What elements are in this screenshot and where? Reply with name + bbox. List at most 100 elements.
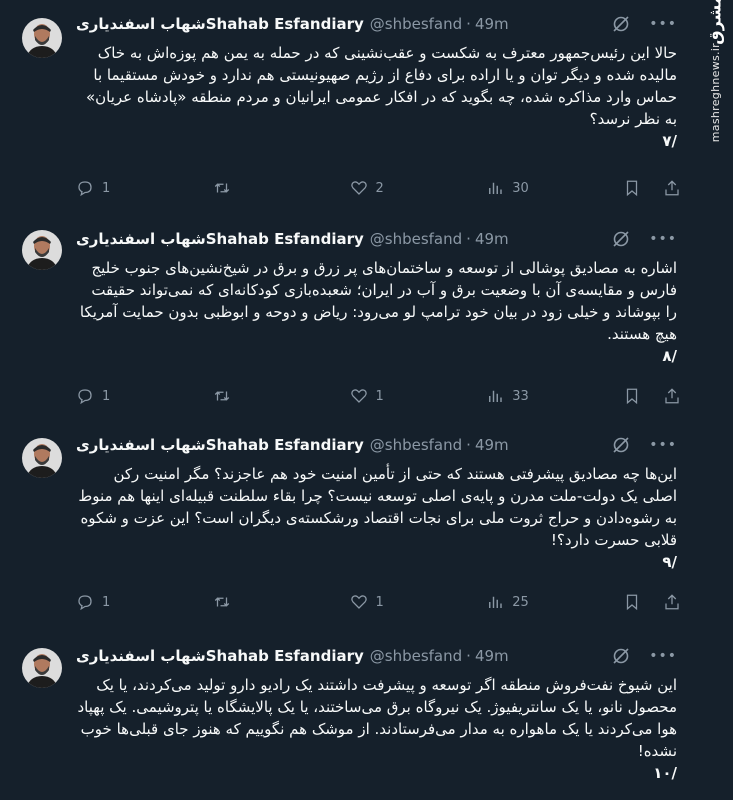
views-chart-icon [489,390,502,402]
reply-count: 1 [102,388,111,404]
views-button[interactable]: 30 [486,179,546,197]
share-icon[interactable] [663,593,681,611]
author-name-en[interactable]: Shahab Esfandiary [206,230,364,248]
tweet[interactable]: شهاب اسفندیاری Shahab Esfandiary @shbesf… [0,212,697,424]
page: شهاب اسفندیاری Shahab Esfandiary @shbesf… [0,0,733,800]
grok-icon[interactable] [611,229,631,249]
author-name-en[interactable]: Shahab Esfandiary [206,647,364,665]
author-name-fa[interactable]: شهاب اسفندیاری [76,436,206,454]
tweet-text: اشاره به مصادیق پوشالی از توسعه و ساختما… [76,257,677,367]
avatar-image [22,230,62,270]
heart-icon [350,181,367,195]
views-button[interactable]: 25 [486,593,546,611]
views-button[interactable]: 33 [486,387,546,405]
views-chart-icon [489,596,502,608]
author-handle[interactable]: @shbesfand [370,647,462,665]
reply-icon [78,389,92,405]
repost-icon [214,183,229,193]
author-name-en[interactable]: Shahab Esfandiary [206,436,364,454]
like-button[interactable]: 1 [350,593,410,611]
author-handle[interactable]: @shbesfand [370,230,462,248]
separator-dot: · [466,647,471,665]
separator-dot: · [466,15,471,33]
tweet-body: حالا این رئیس‌جمهور معترف به شکست و عقب‌… [85,44,677,128]
grok-icon[interactable] [611,14,631,34]
tweet-body: اشاره به مصادیق پوشالی از توسعه و ساختما… [79,259,677,343]
author-handle[interactable]: @shbesfand [370,436,462,454]
reply-button[interactable]: 1 [76,593,136,611]
tweet-header: شهاب اسفندیاری Shahab Esfandiary @shbesf… [76,228,677,250]
avatar-image [22,648,62,688]
like-count: 1 [375,594,384,610]
repost-button[interactable] [213,179,273,197]
tweet-text: این شیوخ نفت‌فروش منطقه اگر توسعه و پیشر… [76,674,678,784]
more-options-icon[interactable]: ••• [649,16,677,32]
avatar[interactable] [22,648,62,688]
bookmark-icon[interactable] [623,593,641,611]
reply-count: 1 [102,594,111,610]
share-icon[interactable] [663,387,681,405]
bookmark-icon[interactable] [623,387,641,405]
repost-icon [214,391,229,401]
timestamp[interactable]: 49m [475,436,509,454]
watermark: مشرق mashreghnews.ir [697,0,733,800]
views-chart-icon [489,182,502,194]
views-count: 33 [512,388,529,404]
more-options-icon[interactable]: ••• [649,648,677,664]
reply-button[interactable]: 1 [76,179,136,197]
thread-number: /۸ [662,347,677,365]
grok-icon[interactable] [611,435,631,455]
bookmark-icon[interactable] [623,179,641,197]
like-button[interactable]: 2 [350,179,410,197]
timestamp[interactable]: 49m [475,15,509,33]
avatar-image [22,438,62,478]
tweet[interactable]: شهاب اسفندیاری Shahab Esfandiary @shbesf… [0,634,697,800]
avatar[interactable] [22,230,62,270]
views-count: 30 [512,180,529,196]
grok-icon[interactable] [611,646,631,666]
author-handle[interactable]: @shbesfand [370,15,462,33]
avatar[interactable] [22,438,62,478]
author-name-fa[interactable]: شهاب اسفندیاری [76,15,206,33]
heart-icon [350,595,367,609]
author-name-en[interactable]: Shahab Esfandiary [206,15,364,33]
thread-number: /۹ [662,553,677,571]
tweet[interactable]: شهاب اسفندیاری Shahab Esfandiary @shbesf… [0,424,697,634]
reply-count: 1 [102,180,111,196]
more-options-icon[interactable]: ••• [649,231,677,247]
timestamp[interactable]: 49m [475,647,509,665]
reply-button[interactable]: 1 [76,387,136,405]
reply-icon [78,595,92,611]
tweet-header: شهاب اسفندیاری Shahab Esfandiary @shbesf… [76,13,677,35]
tweet-header: شهاب اسفندیاری Shahab Esfandiary @shbesf… [76,645,677,667]
timestamp[interactable]: 49m [475,230,509,248]
tweet-actions: 1 1 25 [76,592,681,612]
thread-number: /۷ [662,132,677,150]
heart-icon [350,389,367,403]
author-name-fa[interactable]: شهاب اسفندیاری [76,647,206,665]
tweet-header: شهاب اسفندیاری Shahab Esfandiary @shbesf… [76,434,677,456]
tweet-text: حالا این رئیس‌جمهور معترف به شکست و عقب‌… [76,42,677,152]
tweet-body: این‌ها چه مصادیق پیشرفتی هستند که حتی از… [78,465,677,549]
tweet-feed: شهاب اسفندیاری Shahab Esfandiary @shbesf… [0,0,697,800]
tweet-actions: 1 2 30 [76,178,681,198]
views-count: 25 [512,594,529,610]
separator-dot: · [466,230,471,248]
repost-button[interactable] [213,387,273,405]
avatar[interactable] [22,18,62,58]
thread-number: /۱۰ [653,764,677,782]
repost-icon [214,597,229,607]
reply-icon [78,181,92,197]
mashregh-logo: مشرق [705,0,725,45]
tweet-text: این‌ها چه مصادیق پیشرفتی هستند که حتی از… [76,463,677,573]
like-count: 1 [375,388,384,404]
like-button[interactable]: 1 [350,387,410,405]
watermark-site: mashreghnews.ir [708,43,722,143]
tweet[interactable]: شهاب اسفندیاری Shahab Esfandiary @shbesf… [0,0,697,212]
share-icon[interactable] [663,179,681,197]
repost-button[interactable] [213,593,273,611]
author-name-fa[interactable]: شهاب اسفندیاری [76,230,206,248]
more-options-icon[interactable]: ••• [649,437,677,453]
avatar-image [22,18,62,58]
separator-dot: · [466,436,471,454]
